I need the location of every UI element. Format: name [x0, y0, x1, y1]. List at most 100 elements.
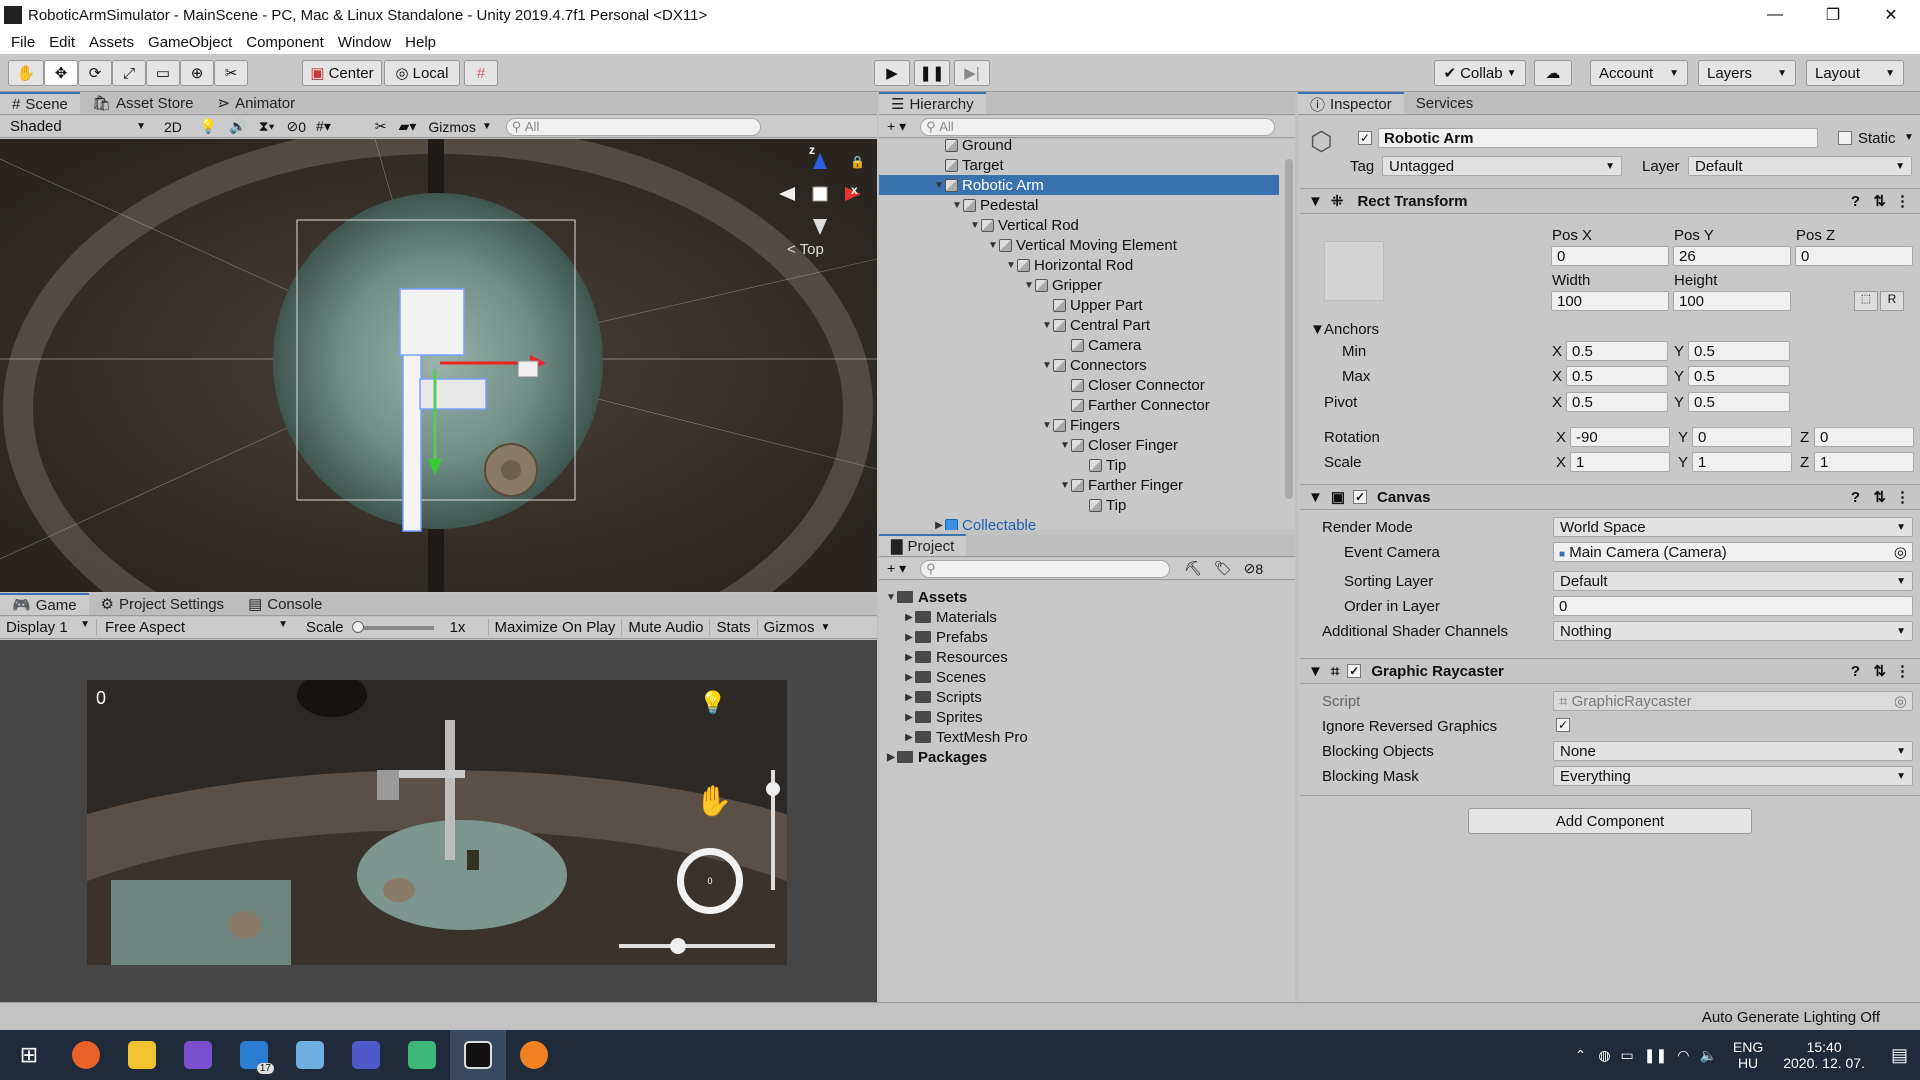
start-icon[interactable]: ⊞: [0, 1030, 58, 1080]
tab-asset-store[interactable]: 🛍 Asset Store: [80, 92, 206, 114]
event-camera-field[interactable]: ■ Main Camera (Camera) ◎: [1553, 542, 1913, 562]
play-button[interactable]: ▶: [874, 60, 910, 86]
firefox-icon[interactable]: [58, 1030, 114, 1080]
blueprint-mode-button[interactable]: ⬚: [1854, 291, 1878, 311]
battery-icon[interactable]: ▭: [1621, 1047, 1634, 1064]
collab-dropdown[interactable]: ✔ Collab ▼: [1434, 60, 1526, 86]
pivot-center-button[interactable]: ▣ Center: [302, 60, 382, 86]
hierarchy-item[interactable]: ▼ Closer Finger: [879, 435, 1279, 455]
preset-icon[interactable]: ⇅: [1873, 192, 1886, 210]
pos-x-field[interactable]: 0: [1551, 246, 1669, 266]
tab-scene[interactable]: # Scene: [0, 92, 80, 114]
account-dropdown[interactable]: Account ▼: [1590, 60, 1688, 86]
wifi-icon[interactable]: ◠: [1677, 1047, 1689, 1064]
height-field[interactable]: 100: [1673, 291, 1791, 311]
help-icon[interactable]: ?: [1851, 193, 1860, 210]
expand-arrow-icon[interactable]: ▶: [903, 672, 915, 683]
expand-arrow-icon[interactable]: ▶: [903, 712, 915, 723]
pause-button[interactable]: ❚❚: [914, 60, 950, 86]
hierarchy-item[interactable]: ▼ Vertical Moving Element: [879, 235, 1279, 255]
game-render[interactable]: 0 💡 ✋ 0: [87, 680, 787, 965]
expand-arrow-icon[interactable]: ▼: [1005, 260, 1017, 271]
context-menu-icon[interactable]: ⋮: [1895, 662, 1910, 680]
project-folder[interactable]: ▶ Resources: [903, 647, 1008, 667]
help-icon[interactable]: ?: [1851, 663, 1860, 680]
aspect-dropdown[interactable]: Free Aspect ▼: [96, 619, 296, 636]
hierarchy-search-input[interactable]: ⚲ All: [920, 117, 1276, 136]
object-picker-icon[interactable]: ◎: [1894, 543, 1907, 561]
grab-hand-icon[interactable]: ✋: [695, 784, 732, 819]
add-component-button[interactable]: Add Component: [1468, 808, 1752, 834]
pivot-local-button[interactable]: ◎ Local: [384, 60, 460, 86]
project-folder[interactable]: ▶ Scripts: [903, 687, 982, 707]
lighting-icon[interactable]: 💡: [200, 118, 217, 135]
pos-z-field[interactable]: 0: [1795, 246, 1913, 266]
shading-mode-dropdown[interactable]: Shaded ▼: [4, 117, 152, 137]
expand-arrow-icon[interactable]: ▼: [1059, 440, 1071, 451]
rotation-z-field[interactable]: 0: [1814, 427, 1914, 447]
menu-help[interactable]: Help: [398, 34, 443, 51]
hierarchy-item[interactable]: ▼ Connectors: [879, 355, 1279, 375]
hierarchy-item[interactable]: Upper Part: [879, 295, 1279, 315]
hierarchy-item[interactable]: Camera: [879, 335, 1279, 355]
blocking-mask-dropdown[interactable]: Everything ▼: [1553, 766, 1913, 786]
ignore-reversed-checkbox[interactable]: ✓: [1556, 718, 1570, 732]
layer-dropdown[interactable]: Default ▼: [1688, 156, 1912, 176]
rect-transform-header[interactable]: ▼ ⁜ Rect Transform ? ⇅ ⋮: [1300, 188, 1920, 214]
expand-arrow-icon[interactable]: ▶: [933, 520, 945, 531]
language-indicator[interactable]: ENG HU: [1733, 1039, 1763, 1071]
cloud-icon[interactable]: ☁: [1534, 60, 1572, 86]
assets-folder[interactable]: ▼ Assets: [885, 587, 967, 607]
expand-arrow-icon[interactable]: ▼: [1023, 280, 1035, 291]
search-by-label-icon[interactable]: 🏷: [1214, 560, 1232, 577]
render-mode-dropdown[interactable]: World Space ▼: [1553, 517, 1913, 537]
game-gizmos-button[interactable]: Gizmos: [756, 619, 821, 636]
active-checkbox[interactable]: ✓: [1358, 131, 1372, 145]
vertical-slider-thumb[interactable]: [766, 782, 780, 796]
maximize-icon[interactable]: ❐: [1804, 0, 1862, 30]
tab-project-settings[interactable]: ⚙ Project Settings: [89, 593, 237, 615]
expand-arrow-icon[interactable]: ▼: [969, 220, 981, 231]
expand-arrow-icon[interactable]: ▶: [903, 632, 915, 643]
gitkraken-icon[interactable]: [394, 1030, 450, 1080]
hierarchy-item[interactable]: ▼ Gripper: [879, 275, 1279, 295]
tab-game[interactable]: 🎮 Game: [0, 593, 89, 615]
hierarchy-item[interactable]: Farther Connector: [879, 395, 1279, 415]
static-checkbox[interactable]: [1838, 131, 1852, 145]
search-by-type-icon[interactable]: ⛏: [1184, 560, 1202, 577]
visual-studio-icon[interactable]: [170, 1030, 226, 1080]
hierarchy-item[interactable]: Ground: [879, 139, 1279, 155]
notes-icon[interactable]: [282, 1030, 338, 1080]
hierarchy-item[interactable]: ▼ Horizontal Rod: [879, 255, 1279, 275]
preset-icon[interactable]: ⇅: [1873, 488, 1886, 506]
unity-taskbar-icon[interactable]: [450, 1030, 506, 1080]
width-field[interactable]: 100: [1551, 291, 1669, 311]
project-create-dropdown[interactable]: + ▾: [887, 560, 906, 577]
object-name-field[interactable]: Robotic Arm: [1378, 128, 1818, 148]
toggle-2d-button[interactable]: 2D: [164, 119, 182, 135]
scene-view[interactable]: z x < Top 🔒: [0, 139, 877, 592]
scene-search-input[interactable]: ⚲ All: [505, 117, 761, 136]
rotation-joystick[interactable]: 0: [677, 848, 743, 914]
expand-arrow-icon[interactable]: ▶: [903, 612, 915, 623]
tab-animator[interactable]: ⋗ Animator: [205, 92, 307, 114]
order-in-layer-field[interactable]: 0: [1553, 596, 1913, 616]
teams-icon[interactable]: [338, 1030, 394, 1080]
hierarchy-item[interactable]: ▼ Pedestal: [879, 195, 1279, 215]
rotation-y-field[interactable]: 0: [1692, 427, 1792, 447]
raw-edit-button[interactable]: R: [1880, 291, 1904, 311]
project-folder[interactable]: ▶ TextMesh Pro: [903, 727, 1028, 747]
rotate-tool-icon[interactable]: ⟳: [78, 60, 112, 86]
scale-slider-thumb[interactable]: [351, 620, 364, 633]
scale-slider[interactable]: [351, 620, 434, 633]
project-folder[interactable]: ▶ Prefabs: [903, 627, 988, 647]
mute-audio-button[interactable]: Mute Audio: [621, 619, 709, 636]
horizontal-slider-thumb[interactable]: [670, 938, 686, 954]
expand-arrow-icon[interactable]: ▶: [903, 652, 915, 663]
light-bulb-icon[interactable]: 💡: [699, 690, 726, 716]
layers-dropdown[interactable]: Layers ▼: [1698, 60, 1796, 86]
pos-y-field[interactable]: 26: [1673, 246, 1791, 266]
maximize-on-play-button[interactable]: Maximize On Play: [487, 619, 622, 636]
expand-arrow-icon[interactable]: ▼: [1059, 480, 1071, 491]
hand-tool-icon[interactable]: ✋: [8, 60, 44, 86]
